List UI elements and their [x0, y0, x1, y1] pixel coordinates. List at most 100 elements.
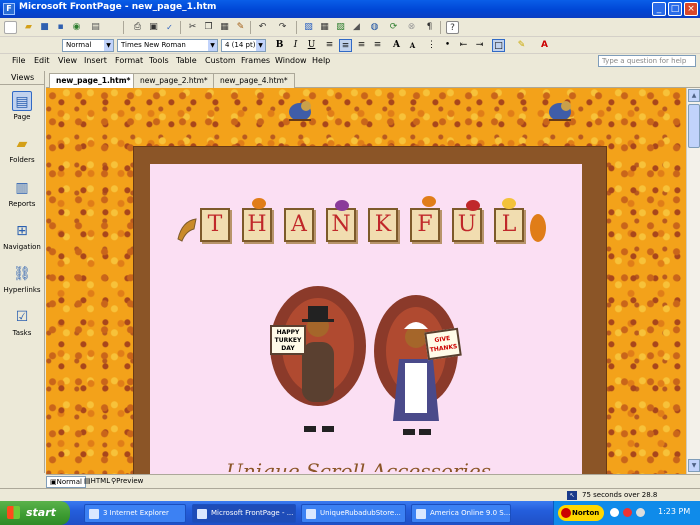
menu-frames[interactable]: Frames: [241, 56, 270, 65]
status-bar: ↖ 75 seconds over 28.8: [0, 488, 700, 501]
help-icon[interactable]: ?: [446, 21, 459, 34]
increase-indent-icon[interactable]: ⇥: [473, 39, 486, 52]
task-frontpage[interactable]: Microsoft FrontPage - ...: [192, 504, 296, 523]
font-size-dropdown[interactable]: 4 (14 pt) ▼: [221, 39, 266, 52]
frontpage-app-icon: F: [3, 3, 15, 15]
publish-icon[interactable]: ◉: [70, 21, 83, 34]
view-navigation[interactable]: ⊞ Navigation: [2, 221, 42, 251]
menu-tools[interactable]: Tools: [149, 56, 169, 65]
tab-new-page-2[interactable]: new_page_2.htm*: [133, 73, 215, 88]
menu-window[interactable]: Window: [275, 56, 307, 65]
close-button[interactable]: ×: [684, 2, 698, 16]
tab-new-page-4[interactable]: new_page_4.htm*: [213, 73, 295, 88]
open-icon[interactable]: ▰: [22, 21, 35, 34]
tab-preview[interactable]: ⚲Preview: [108, 476, 146, 488]
underline-button[interactable]: U: [305, 39, 318, 52]
cornucopia-icon: [176, 215, 198, 243]
menu-view[interactable]: View: [58, 56, 77, 65]
view-reports[interactable]: ▥ Reports: [2, 178, 42, 208]
align-center-button[interactable]: ≡: [339, 39, 352, 52]
norton-button[interactable]: Norton: [558, 505, 605, 521]
refresh-icon[interactable]: ⟳: [387, 21, 400, 34]
drawing-icon[interactable]: ◢: [350, 21, 363, 34]
borders-icon[interactable]: □: [492, 39, 505, 52]
scroll-down-icon[interactable]: ▼: [688, 459, 700, 472]
internet-explorer-icon: [89, 509, 99, 519]
menu-format[interactable]: Format: [115, 56, 143, 65]
menu-table[interactable]: Table: [176, 56, 197, 65]
save-all-icon[interactable]: ▪: [54, 21, 67, 34]
decrease-indent-icon[interactable]: ⇤: [457, 39, 470, 52]
font-color-icon[interactable]: A: [538, 39, 551, 52]
redo-icon[interactable]: ↷: [276, 21, 289, 34]
stop-icon[interactable]: ⊗: [405, 21, 418, 34]
numbering-icon[interactable]: ⋮: [425, 39, 438, 52]
bullets-icon[interactable]: •: [441, 39, 454, 52]
maximize-button[interactable]: □: [668, 2, 682, 16]
hyperlink-icon[interactable]: ◍: [368, 21, 381, 34]
view-folders[interactable]: ▰ Folders: [2, 134, 42, 164]
menu-bar: File Edit View Insert Format Tools Table…: [0, 54, 700, 69]
tray-icon[interactable]: [636, 508, 645, 517]
increase-font-icon[interactable]: A: [390, 39, 403, 52]
view-page[interactable]: ▤ Page: [2, 91, 42, 121]
letter-block: L: [494, 208, 524, 242]
aol-icon: [416, 509, 426, 519]
tab-new-page-1[interactable]: new_page_1.htm*: [49, 73, 138, 88]
pilgrim-turkey-left-image: [268, 284, 368, 436]
insert-table-icon[interactable]: ▦: [318, 21, 331, 34]
turkey-corner-icon: [546, 98, 574, 124]
align-left-button[interactable]: ≡: [323, 39, 336, 52]
task-internet-explorer[interactable]: 3 Internet Explorer: [84, 504, 186, 523]
view-tabs-bar: ▣Normal ▤HTML ⚲Preview: [46, 474, 700, 488]
web-component-icon[interactable]: ▧: [302, 21, 315, 34]
format-painter-icon[interactable]: ✎: [234, 21, 247, 34]
scroll-up-icon[interactable]: ▲: [688, 89, 700, 102]
tray-icon[interactable]: [610, 508, 619, 517]
show-all-icon[interactable]: ¶: [423, 21, 436, 34]
menu-edit[interactable]: Edit: [34, 56, 50, 65]
print-icon[interactable]: ⎙: [131, 21, 144, 34]
menu-help[interactable]: Help: [312, 56, 330, 65]
task-uniquerubadub[interactable]: UniqueRubadubStore...: [301, 504, 406, 523]
ask-question-input[interactable]: Type a question for help: [598, 55, 696, 67]
chevron-down-icon: ▼: [104, 40, 113, 51]
insert-picture-icon[interactable]: ▨: [334, 21, 347, 34]
toggle-pane-icon[interactable]: ▤: [89, 21, 102, 34]
cut-icon[interactable]: ✂: [186, 21, 199, 34]
style-dropdown[interactable]: Normal ▼: [62, 39, 114, 52]
highlight-color-icon[interactable]: ✎: [515, 39, 528, 52]
copy-icon[interactable]: ❐: [202, 21, 215, 34]
tray-icon[interactable]: [623, 508, 632, 517]
paste-icon[interactable]: ▦: [218, 21, 231, 34]
scroll-thumb[interactable]: [688, 104, 700, 148]
task-america-online[interactable]: America Online 9.0 S...: [411, 504, 511, 523]
bold-button[interactable]: B: [273, 39, 286, 52]
italic-button[interactable]: I: [289, 39, 302, 52]
document-tabs: new_page_1.htm* new_page_2.htm* new_page…: [46, 71, 700, 88]
tab-normal[interactable]: ▣Normal: [46, 476, 86, 488]
print-preview-icon[interactable]: ▣: [147, 21, 160, 34]
justify-button[interactable]: ≡: [371, 39, 384, 52]
views-header: Views: [0, 71, 44, 85]
align-right-button[interactable]: ≡: [355, 39, 368, 52]
view-hyperlinks[interactable]: ⛓ Hyperlinks: [2, 264, 42, 294]
spelling-icon[interactable]: ✓: [163, 21, 176, 34]
vertical-scrollbar[interactable]: ▲ ▼: [686, 88, 700, 474]
new-page-icon[interactable]: [4, 21, 17, 34]
save-icon[interactable]: ■: [38, 21, 51, 34]
undo-icon[interactable]: ↶: [256, 21, 269, 34]
decrease-font-icon[interactable]: A: [406, 39, 419, 52]
editor-canvas[interactable]: T H A N K F U L HAPPY TURKEY DAY GIVE TH…: [46, 88, 686, 474]
menu-custom[interactable]: Custom: [205, 56, 236, 65]
pumpkin-icon: [252, 198, 266, 209]
menu-insert[interactable]: Insert: [84, 56, 107, 65]
script-text: Unique Scroll Accessories: [226, 459, 491, 472]
start-button[interactable]: start: [0, 501, 70, 525]
minimize-button[interactable]: _: [652, 2, 666, 16]
font-dropdown[interactable]: Times New Roman ▼: [117, 39, 218, 52]
pumpkin-icon: [422, 196, 436, 207]
hyperlinks-icon: ⛓: [13, 266, 31, 282]
view-tasks[interactable]: ☑ Tasks: [2, 307, 42, 337]
menu-file[interactable]: File: [12, 56, 25, 65]
